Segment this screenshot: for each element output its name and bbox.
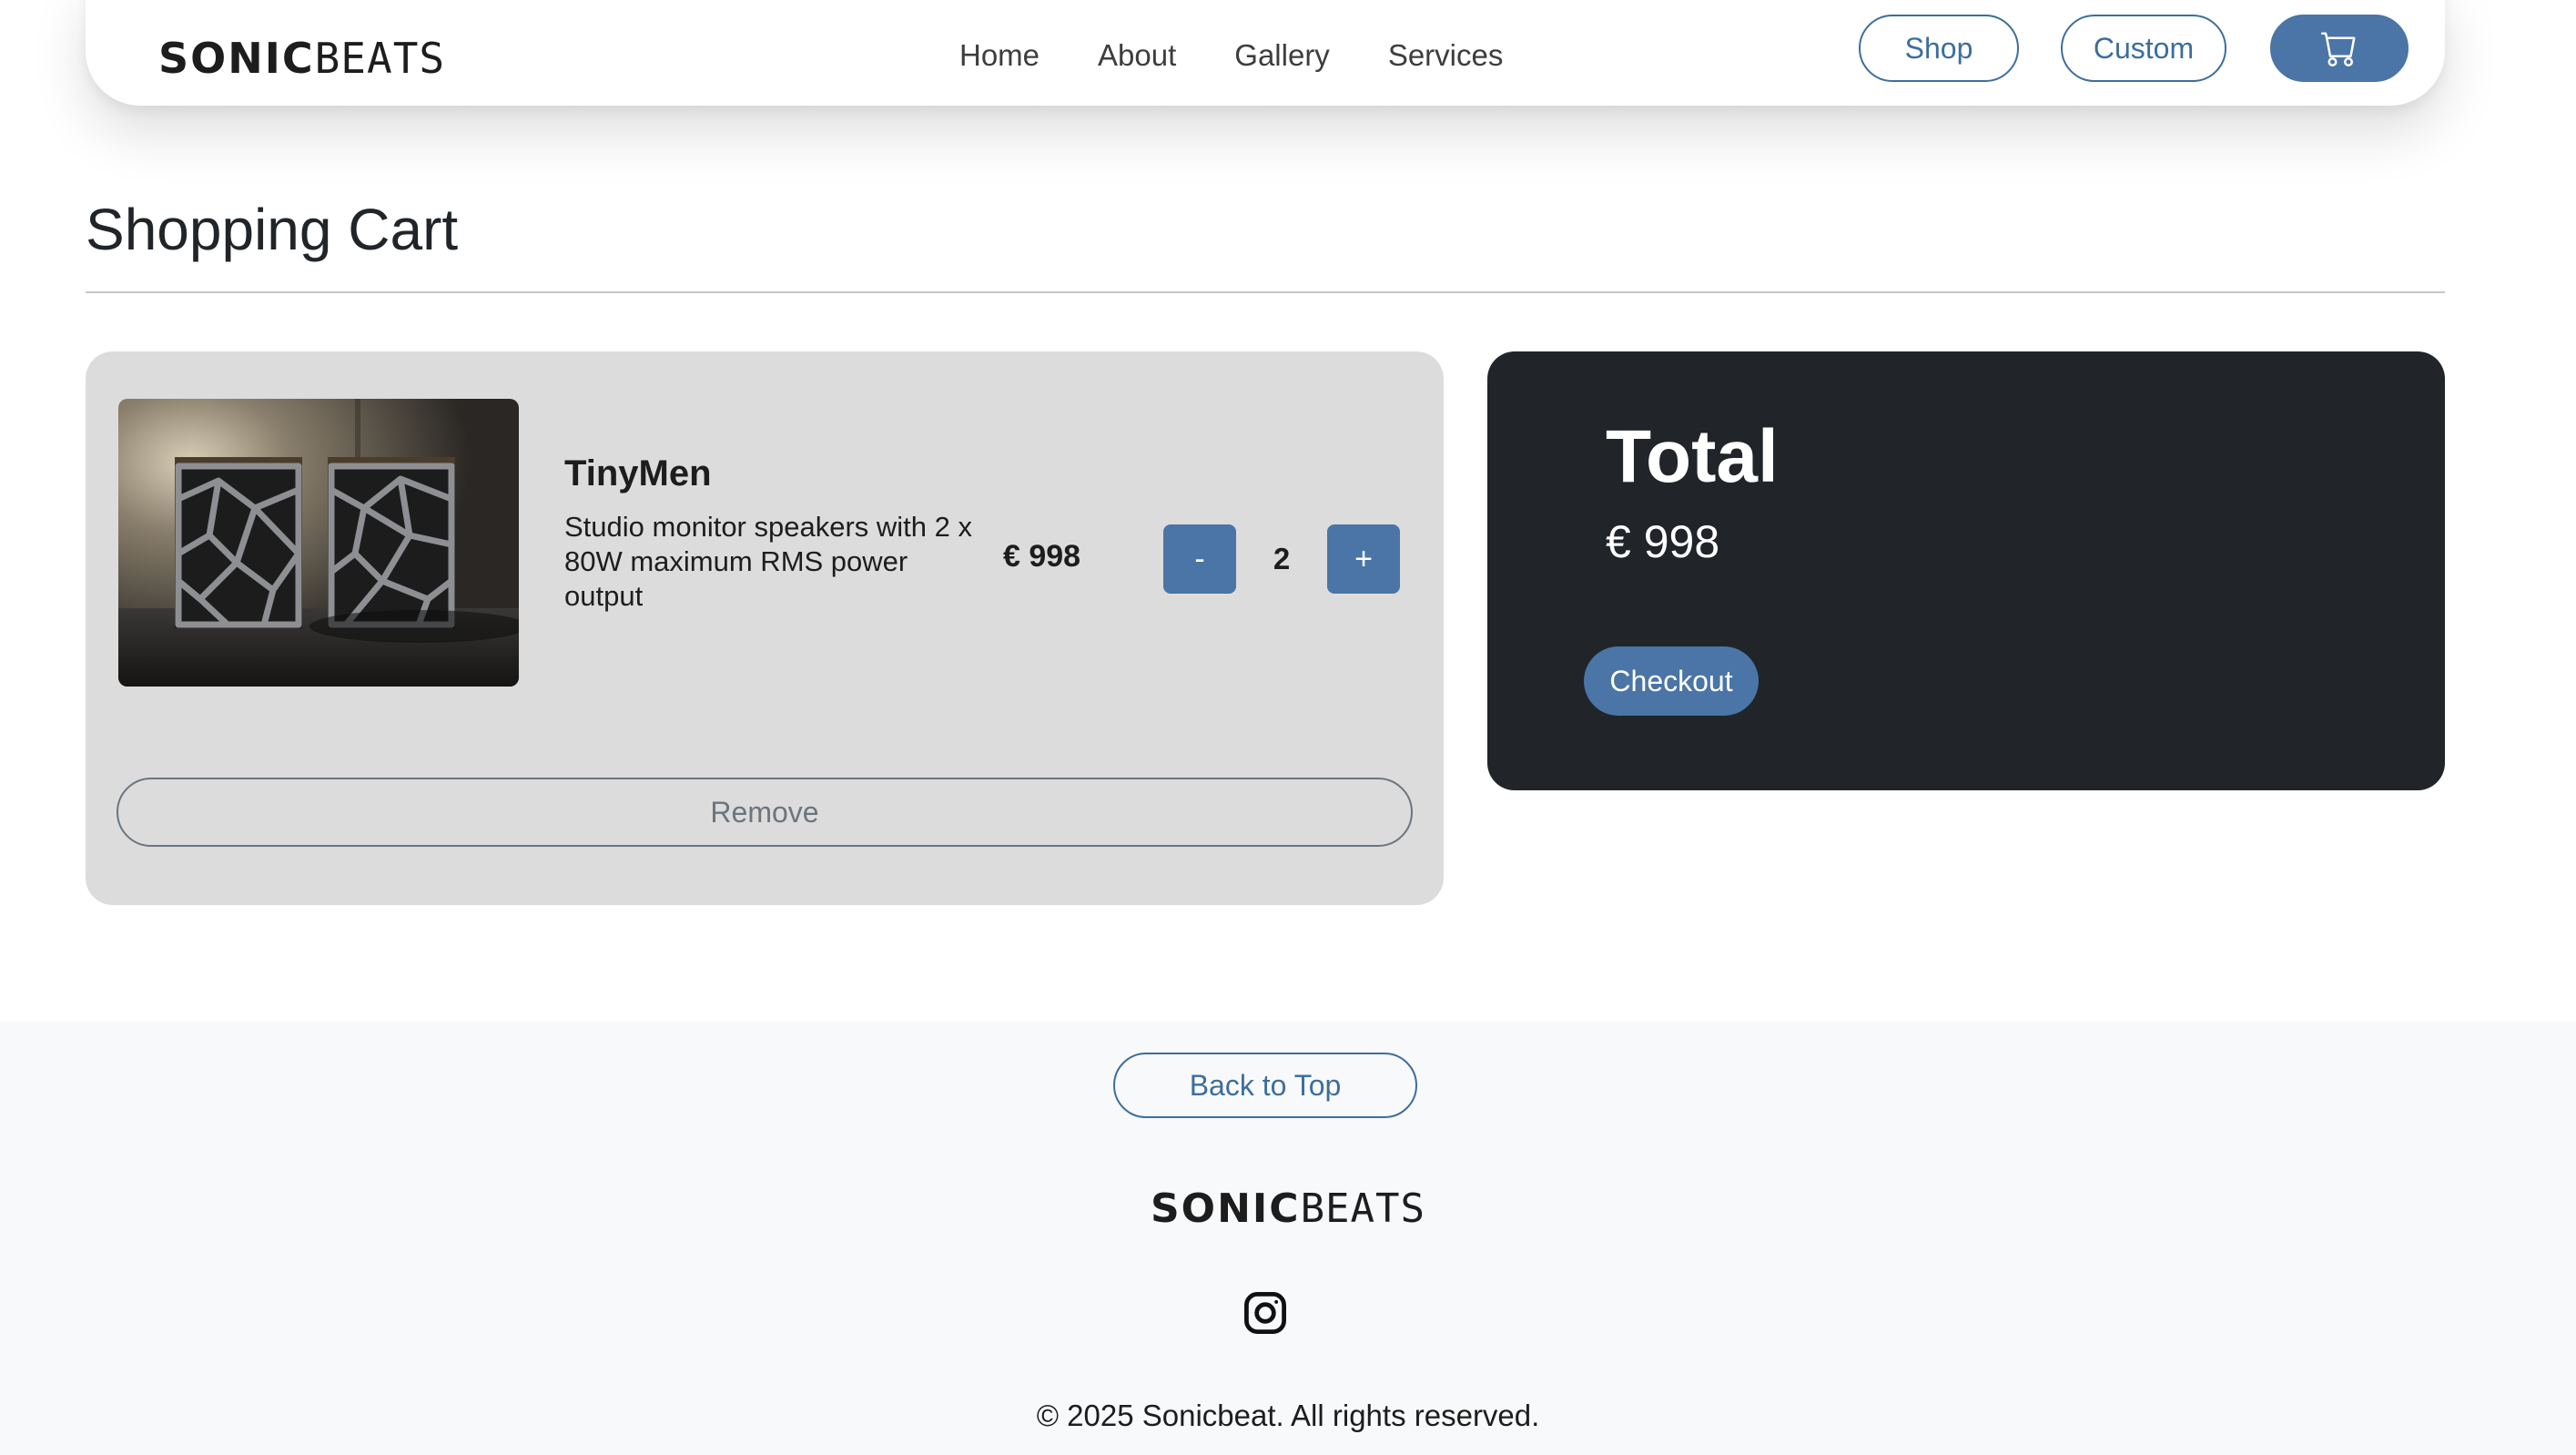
nav-link-gallery[interactable]: Gallery	[1205, 31, 1359, 80]
instagram-icon[interactable]	[1242, 1289, 1289, 1337]
total-title: Total	[1606, 415, 1779, 498]
quantity-decrease-button[interactable]: -	[1163, 524, 1236, 594]
cart-button[interactable]	[2270, 15, 2409, 82]
product-description: Studio monitor speakers with 2 x 80W max…	[564, 511, 972, 612]
brand-logo-text: SONICBEATS	[158, 34, 446, 83]
copyright-text: © 2025 Sonicbeat. All rights reserved.	[1036, 1399, 1540, 1432]
shop-button[interactable]: Shop	[1859, 15, 2019, 82]
custom-button[interactable]: Custom	[2061, 15, 2226, 82]
product-name: TinyMen	[564, 453, 712, 493]
product-price: € 998	[1003, 539, 1081, 574]
footer-brand-logo: SONICBEATS	[1150, 1185, 1426, 1232]
nav-link-home[interactable]: Home	[930, 31, 1069, 80]
quantity-increase-button[interactable]: +	[1327, 524, 1400, 594]
nav-link-services[interactable]: Services	[1359, 31, 1533, 80]
cart-icon	[2321, 32, 2356, 66]
page-title: Shopping Cart	[86, 197, 459, 262]
total-amount: € 998	[1606, 516, 1720, 567]
navbar: SONICBEATS Home About Gallery Services S…	[86, 0, 2445, 106]
nav-links: Home About Gallery Services	[930, 31, 1532, 80]
total-summary-card: Total € 998 Checkout	[1487, 351, 2445, 790]
checkout-button[interactable]: Checkout	[1584, 646, 1759, 716]
title-divider	[86, 291, 2445, 293]
product-image	[118, 399, 519, 687]
nav-link-about[interactable]: About	[1069, 31, 1205, 80]
quantity-value: 2	[1273, 542, 1291, 575]
back-to-top-button[interactable]: Back to Top	[1113, 1053, 1417, 1118]
footer: Back to Top SONICBEATS © 2025 Sonicbeat.…	[0, 1022, 2576, 1455]
remove-button[interactable]: Remove	[117, 778, 1413, 847]
brand-logo[interactable]: SONICBEATS	[158, 33, 445, 84]
cart-item-card: TinyMen Studio monitor speakers with 2 x…	[86, 351, 1444, 905]
